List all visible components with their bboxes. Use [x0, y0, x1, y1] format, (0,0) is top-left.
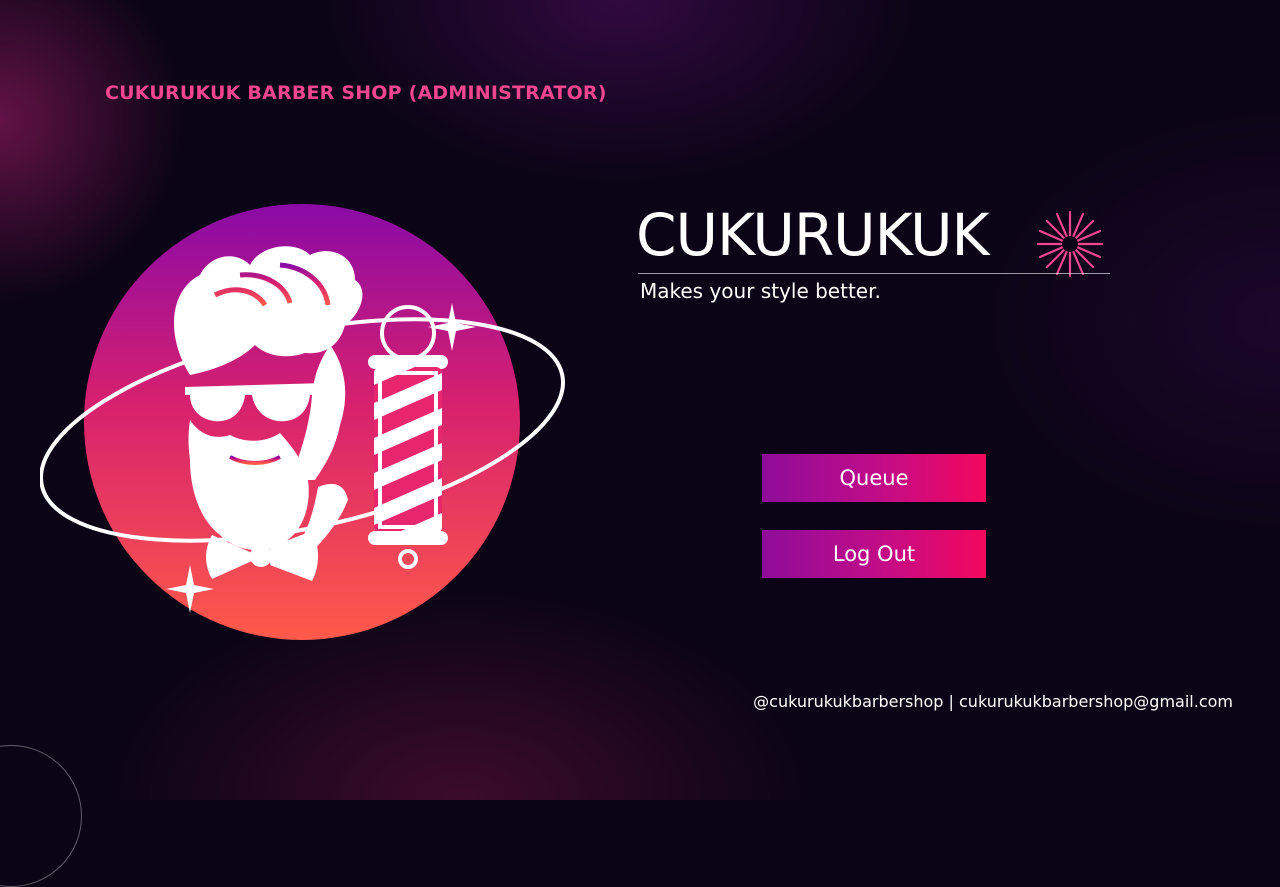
footer-contact: @cukurukukbarbershop | cukurukukbarbersh…	[753, 692, 1233, 711]
brand-underline	[638, 273, 1110, 274]
queue-button[interactable]: Queue	[762, 454, 986, 502]
page-title: CUKURUKUK BARBER SHOP (ADMINISTRATOR)	[105, 82, 607, 104]
logout-button[interactable]: Log Out	[762, 530, 986, 578]
brand-tagline: Makes your style better.	[640, 279, 881, 303]
barber-logo-icon	[40, 204, 565, 640]
brand-name: CUKURUKUK	[636, 201, 990, 269]
starburst-icon	[1036, 210, 1104, 278]
